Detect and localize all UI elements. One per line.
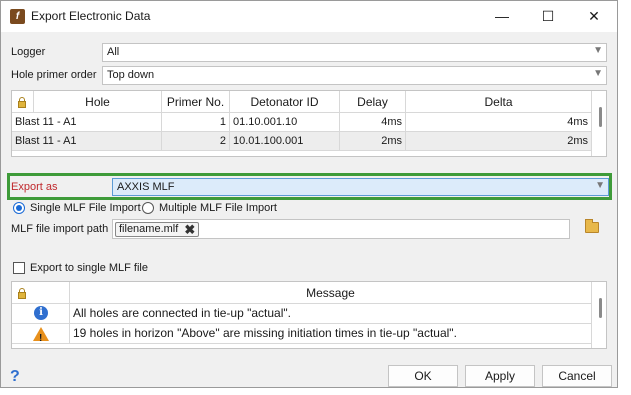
export-as-value: AXXIS MLF <box>117 181 175 193</box>
holes-table-scrollbar[interactable] <box>597 93 604 155</box>
message-icon-cell: i <box>12 304 70 324</box>
export-single-label[interactable]: Export to single MLF file <box>30 262 148 274</box>
cell-primer: 1 <box>162 113 230 132</box>
hole-primer-order-select[interactable]: Top down ▼ <box>102 66 607 85</box>
hole-primer-order-value: Top down <box>107 69 155 81</box>
logger-select[interactable]: All ▼ <box>102 43 607 62</box>
single-mlf-label[interactable]: Single MLF File Import <box>30 202 141 214</box>
cancel-button[interactable]: Cancel <box>542 365 612 387</box>
help-icon[interactable]: ? <box>10 368 20 386</box>
multiple-mlf-label[interactable]: Multiple MLF File Import <box>159 202 277 214</box>
message-text: 19 holes in horizon "Above" are missing … <box>70 324 592 344</box>
export-dialog: f Export Electronic Data — ☐ ✕ Logger Al… <box>0 0 618 388</box>
mlf-path-field[interactable]: filename.mlf ✖ <box>112 219 570 239</box>
column-header-delta[interactable]: Delta <box>406 91 592 113</box>
column-header-delay[interactable]: Delay <box>340 91 406 113</box>
lock-column-header[interactable] <box>12 282 70 304</box>
export-as-label: Export as <box>11 181 58 193</box>
cell-delta: 4ms <box>406 113 592 132</box>
column-header-hole[interactable]: Hole <box>34 91 162 113</box>
file-chip: filename.mlf ✖ <box>115 222 200 237</box>
title-bar: f Export Electronic Data — ☐ ✕ <box>1 1 617 32</box>
lock-icon <box>18 288 26 299</box>
minimize-button[interactable]: — <box>479 1 525 32</box>
window-title: Export Electronic Data <box>31 9 151 23</box>
cell-hole: Blast 11 - A1 <box>12 132 162 151</box>
mlf-path-label: MLF file import path <box>11 223 109 235</box>
lock-column-header[interactable] <box>12 91 34 113</box>
cell-hole: Blast 11 - A1 <box>12 113 162 132</box>
logger-value: All <box>107 46 120 58</box>
messages-table-scrollbar[interactable] <box>597 284 604 348</box>
file-chip-name: filename.mlf <box>119 223 179 235</box>
column-header-detonator[interactable]: Detonator ID <box>230 91 340 113</box>
messages-table: Message i All holes are connected in tie… <box>11 281 607 349</box>
cell-primer: 2 <box>162 132 230 151</box>
chevron-down-icon: ▼ <box>593 68 603 79</box>
warning-icon: ! <box>33 327 49 343</box>
message-icon-cell: ! <box>12 324 70 344</box>
chevron-down-icon: ▼ <box>595 180 605 191</box>
table-row-partial <box>12 151 592 156</box>
apply-button[interactable]: Apply <box>465 365 535 387</box>
folder-browse-icon[interactable] <box>585 219 599 233</box>
logger-label: Logger <box>11 46 46 58</box>
app-logo-icon: f <box>10 9 25 24</box>
cell-delay: 2ms <box>340 132 406 151</box>
lock-icon <box>18 97 26 108</box>
column-header-primer[interactable]: Primer No. <box>162 91 230 113</box>
cell-detonator: 10.01.100.001 <box>230 132 340 151</box>
single-mlf-radio[interactable] <box>13 202 25 214</box>
cell-delay: 4ms <box>340 113 406 132</box>
hole-primer-order-label: Hole primer order <box>11 69 97 81</box>
close-button[interactable]: ✕ <box>571 1 617 32</box>
ok-button[interactable]: OK <box>388 365 458 387</box>
export-as-select[interactable]: AXXIS MLF ▼ <box>112 178 609 196</box>
multiple-mlf-radio[interactable] <box>142 202 154 214</box>
holes-table: Hole Primer No. Detonator ID Delay Delta… <box>11 90 607 157</box>
scrollbar-thumb[interactable] <box>599 107 602 127</box>
scrollbar-thumb[interactable] <box>599 298 602 318</box>
list-item-partial <box>12 344 592 348</box>
remove-file-icon[interactable]: ✖ <box>184 223 195 236</box>
export-single-checkbox[interactable] <box>13 262 25 274</box>
message-text: All holes are connected in tie-up "actua… <box>70 304 592 324</box>
info-icon: i <box>34 306 48 320</box>
chevron-down-icon: ▼ <box>593 45 603 56</box>
cell-detonator: 01.10.001.10 <box>230 113 340 132</box>
column-header-message[interactable]: Message <box>70 282 592 304</box>
maximize-button[interactable]: ☐ <box>525 1 571 32</box>
cell-delta: 2ms <box>406 132 592 151</box>
